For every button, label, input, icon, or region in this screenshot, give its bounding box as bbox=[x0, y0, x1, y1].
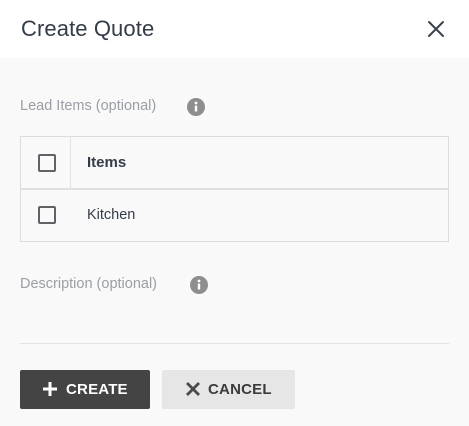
select-all-checkbox[interactable] bbox=[38, 154, 56, 172]
close-button[interactable] bbox=[424, 17, 448, 41]
info-icon[interactable] bbox=[187, 98, 205, 116]
create-button-label: CREATE bbox=[66, 381, 128, 398]
description-label: Description (optional) bbox=[20, 276, 158, 292]
cancel-button[interactable]: CANCEL bbox=[162, 370, 295, 409]
table-header-row: Items bbox=[21, 137, 448, 190]
lead-items-label: Lead Items (optional) bbox=[20, 98, 157, 114]
lead-items-table: Items Kitchen bbox=[20, 136, 449, 242]
close-icon bbox=[428, 21, 444, 37]
column-divider bbox=[70, 137, 71, 190]
dialog-title: Create Quote bbox=[21, 16, 155, 41]
cancel-button-label: CANCEL bbox=[208, 381, 272, 398]
footer-divider bbox=[20, 343, 449, 344]
items-column-header: Items bbox=[87, 154, 127, 171]
row-checkbox[interactable] bbox=[38, 206, 56, 224]
dialog-header: Create Quote bbox=[0, 0, 469, 58]
plus-icon bbox=[43, 382, 57, 396]
info-icon[interactable] bbox=[190, 276, 208, 294]
table-row[interactable]: Kitchen bbox=[21, 192, 448, 241]
create-quote-dialog: Create Quote Lead Items (optional) Items… bbox=[0, 0, 469, 426]
x-icon bbox=[186, 382, 200, 396]
item-label: Kitchen bbox=[87, 207, 136, 223]
dialog-body: Lead Items (optional) Items Kitchen Desc… bbox=[0, 58, 469, 426]
create-button[interactable]: CREATE bbox=[20, 370, 150, 409]
